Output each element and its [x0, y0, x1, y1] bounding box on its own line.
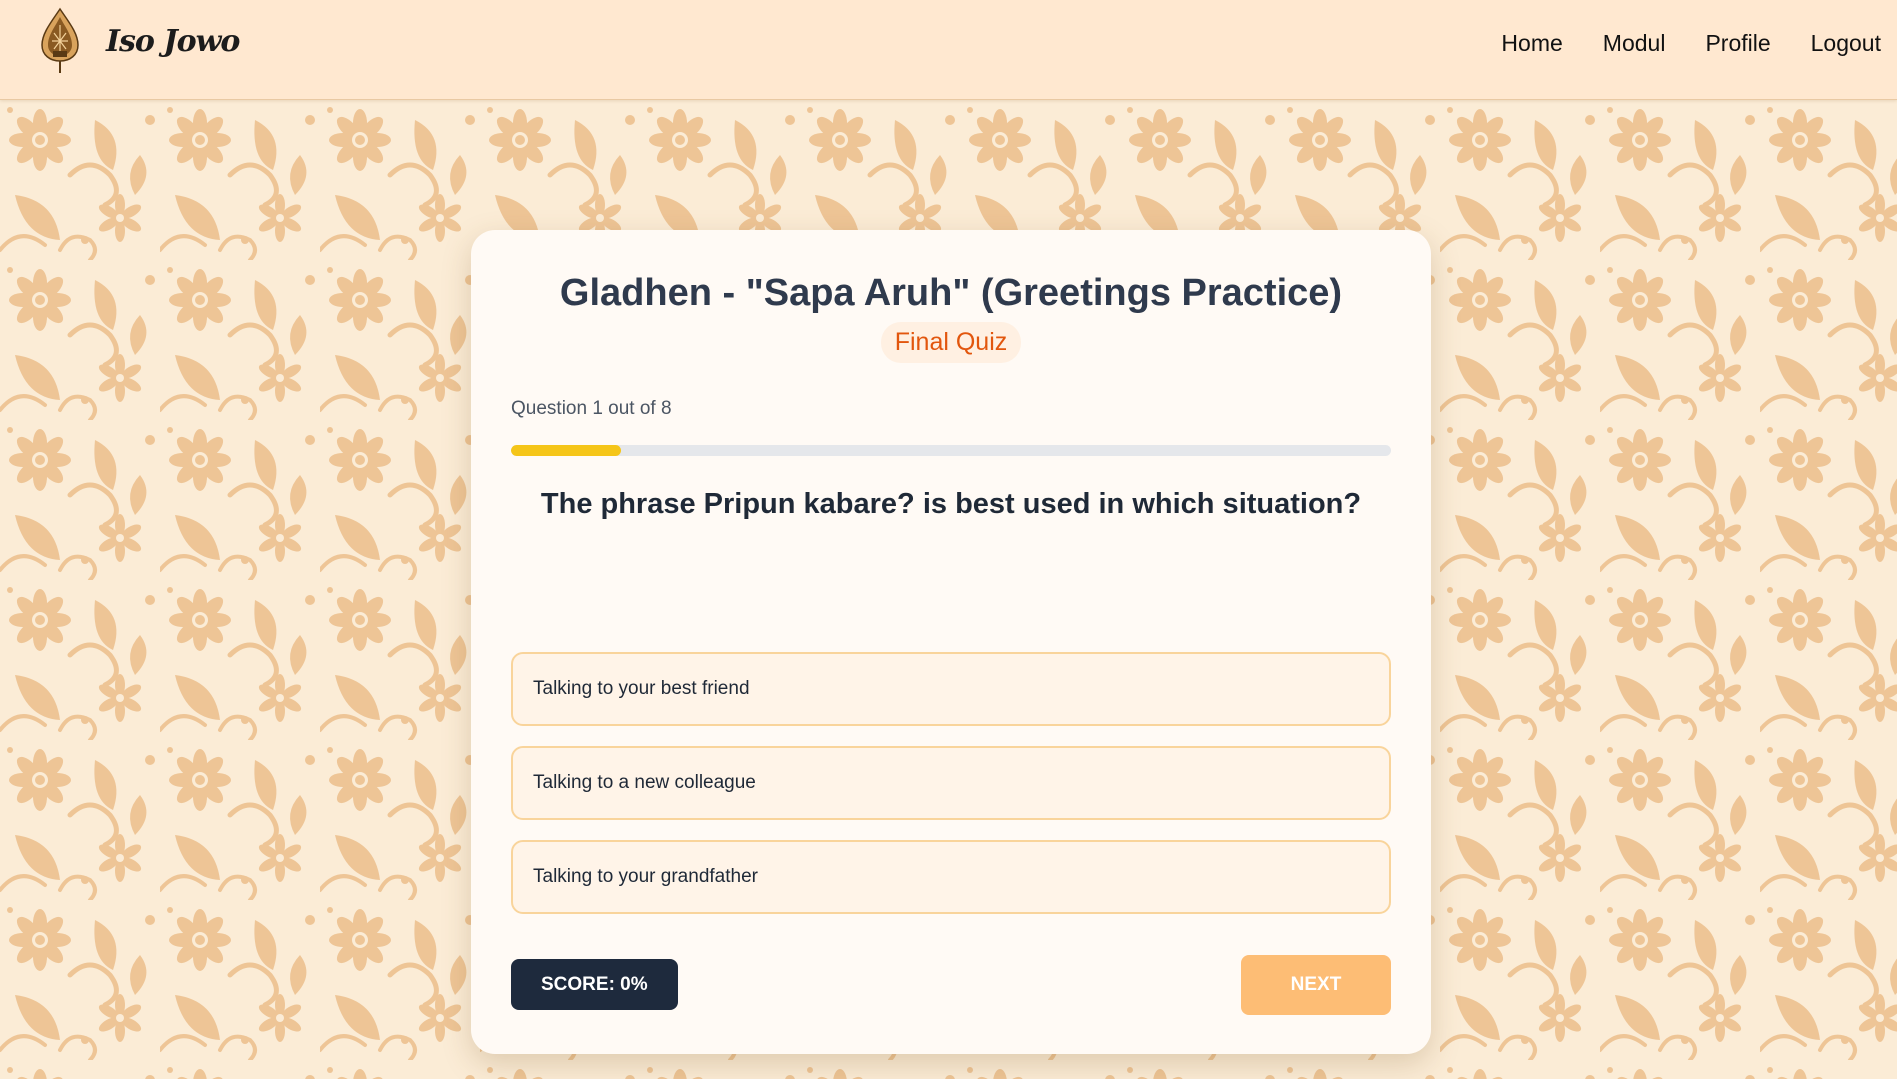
nav-logout-link[interactable]: Logout	[1811, 30, 1881, 57]
quiz-title: Gladhen - "Sapa Aruh" (Greetings Practic…	[559, 272, 1343, 314]
main-nav: Home Modul Profile Logout	[1461, 0, 1881, 86]
brand-name: Iso Jowo	[106, 23, 240, 59]
quiz-progress-bar	[511, 445, 1391, 456]
quiz-subtitle-badge: Final Quiz	[880, 322, 1022, 363]
answer-option-1[interactable]: Talking to your best friend	[511, 652, 1391, 726]
quiz-subtitle-wrap: Final Quiz	[471, 322, 1431, 363]
answer-option-2[interactable]: Talking to a new colleague	[511, 746, 1391, 820]
question-counter: Question 1 out of 8	[511, 398, 672, 419]
nav-home-link[interactable]: Home	[1501, 30, 1562, 57]
next-button[interactable]: NEXT	[1241, 955, 1391, 1015]
brand[interactable]: Iso Jowo	[38, 6, 240, 76]
answer-options: Talking to your best friend Talking to a…	[511, 652, 1391, 934]
score-badge: SCORE: 0%	[511, 959, 678, 1010]
answer-option-3[interactable]: Talking to your grandfather	[511, 840, 1391, 914]
gunungan-wayang-icon	[38, 7, 82, 75]
nav-modul-link[interactable]: Modul	[1603, 30, 1666, 57]
quiz-progress-fill	[511, 445, 621, 456]
quiz-card: Gladhen - "Sapa Aruh" (Greetings Practic…	[471, 230, 1431, 1054]
nav-profile-link[interactable]: Profile	[1705, 30, 1770, 57]
top-navbar: Iso Jowo Home Modul Profile Logout	[0, 0, 1897, 100]
question-text: The phrase Pripun kabare? is best used i…	[540, 488, 1362, 520]
